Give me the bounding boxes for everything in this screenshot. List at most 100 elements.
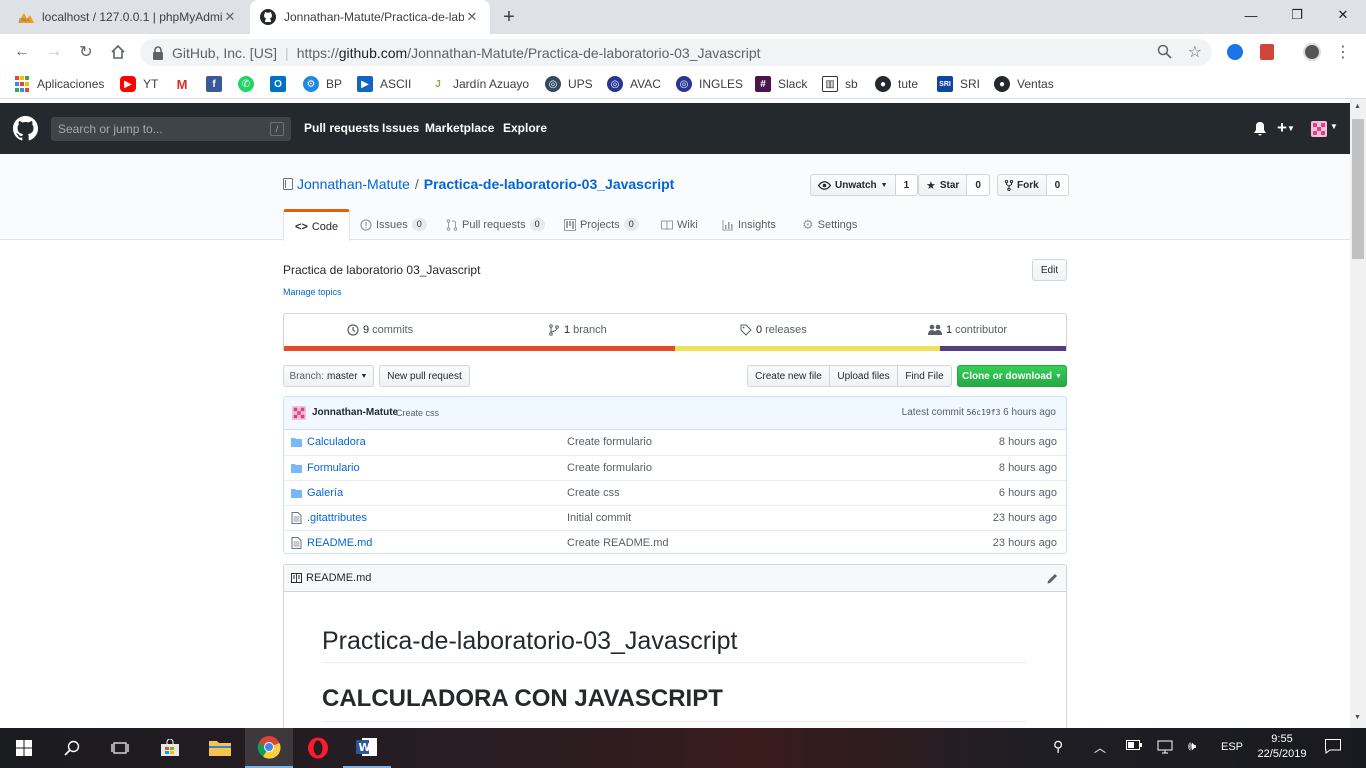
task-view-button[interactable] — [96, 728, 144, 768]
system-clock[interactable]: 9:55 22/5/2019 — [1252, 732, 1312, 762]
bookmark-ups[interactable]: ◎ UPS — [545, 75, 593, 93]
contributors-link[interactable]: 1 contributor — [928, 324, 1007, 336]
nav-marketplace[interactable]: Marketplace — [425, 121, 494, 135]
clone-or-download-button[interactable]: Clone or download ▼ — [957, 365, 1067, 387]
table-row[interactable]: .gitattributes Initial commit 23 hours a… — [284, 505, 1066, 530]
bookmark-avac[interactable]: ◎ AVAC — [607, 75, 661, 93]
close-icon[interactable]: ✕ — [222, 9, 238, 25]
releases-link[interactable]: 0 releases — [740, 324, 807, 336]
manage-topics-link[interactable]: Manage topics — [283, 287, 342, 297]
address-bar[interactable]: GitHub, Inc. [US] | https://github.com/J… — [140, 39, 1212, 66]
fork-count[interactable]: 0 — [1046, 174, 1070, 196]
table-row[interactable]: Calculadora Create formulario 8 hours ag… — [284, 430, 1066, 455]
menu-icon[interactable]: ⋮ — [1334, 43, 1352, 61]
windows-start-button[interactable] — [0, 728, 48, 768]
search-input[interactable]: Search or jump to... / — [51, 117, 291, 141]
taskbar-file-explorer[interactable] — [196, 728, 244, 768]
nav-explore[interactable]: Explore — [503, 121, 547, 135]
close-icon[interactable]: ✕ — [464, 9, 480, 25]
bookmark-slack[interactable]: # Slack — [755, 75, 807, 93]
bookmark-youtube[interactable]: ▶ YT — [120, 75, 158, 93]
nav-issues[interactable]: Issues — [382, 121, 419, 135]
bookmark-tute[interactable]: ● tute — [875, 75, 918, 93]
fork-button[interactable]: Fork — [997, 174, 1047, 196]
commit-sha[interactable]: 56c19f3 — [967, 408, 1001, 417]
watch-count[interactable]: 1 — [895, 174, 919, 196]
pdf-extension-icon[interactable] — [1258, 43, 1276, 61]
create-new-icon[interactable]: +▼ — [1277, 118, 1295, 138]
browser-tab-github[interactable]: Jonnathan-Matute/Practica-de-laboratorio… — [250, 0, 490, 34]
commit-author[interactable]: Jonnathan-Matute — [312, 407, 398, 418]
taskbar-search-button[interactable] — [48, 728, 96, 768]
github-logo-icon[interactable] — [13, 116, 38, 144]
unwatch-button[interactable]: Unwatch ▼ — [810, 174, 896, 196]
bookmark-ascii[interactable]: ▶ ASCII — [357, 75, 411, 93]
bookmark-bp[interactable]: ⚙ BP — [303, 75, 342, 93]
star-button[interactable]: ★ Star — [918, 174, 968, 196]
commit-message[interactable]: Create css — [396, 408, 439, 418]
page-scrollbar[interactable]: ▲ ▼ — [1350, 99, 1366, 728]
bookmark-outlook[interactable]: O — [270, 75, 293, 93]
bookmark-sri[interactable]: SRI SRI — [937, 75, 980, 93]
repo-name-link[interactable]: Practica-de-laboratorio-03_Javascript — [424, 176, 675, 192]
bookmark-star-icon[interactable]: ☆ — [1188, 42, 1202, 62]
taskbar-word[interactable]: W — [343, 728, 391, 768]
find-file-button[interactable]: Find File — [897, 365, 952, 387]
scrollbar-thumb[interactable] — [1352, 119, 1364, 259]
tab-settings[interactable]: ⚙ Settings — [791, 209, 868, 240]
chevron-down-icon[interactable]: ▼ — [1330, 122, 1338, 131]
home-button[interactable] — [108, 42, 128, 62]
window-close-button[interactable]: ✕ — [1320, 0, 1366, 30]
avatar[interactable] — [292, 406, 306, 420]
file-commit-message[interactable]: Create css — [567, 487, 620, 499]
restore-button[interactable]: ❐ — [1274, 0, 1320, 30]
new-pull-request-button[interactable]: New pull request — [379, 365, 470, 387]
bookmark-facebook[interactable]: f — [206, 75, 229, 93]
taskbar-chrome[interactable] — [245, 728, 293, 768]
table-row[interactable]: Galería Create css 6 hours ago — [284, 480, 1066, 505]
chevron-up-icon[interactable]: ︿ — [1094, 739, 1106, 756]
file-commit-message[interactable]: Create formulario — [567, 436, 652, 448]
branch-select-button[interactable]: Branch: master ▼ — [283, 365, 374, 387]
user-avatar[interactable] — [1311, 121, 1327, 137]
profile-avatar[interactable] — [1303, 43, 1321, 61]
tab-wiki[interactable]: Wiki — [650, 209, 709, 240]
new-tab-button[interactable]: + — [498, 6, 520, 28]
network-icon[interactable] — [1157, 740, 1175, 757]
tab-insights[interactable]: Insights — [711, 209, 787, 240]
bookmark-sb[interactable]: ▥ sb — [822, 75, 858, 93]
file-name-link[interactable]: .gitattributes — [307, 512, 367, 524]
back-button[interactable]: ← — [12, 42, 32, 62]
file-commit-message[interactable]: Create formulario — [567, 462, 652, 474]
file-commit-message[interactable]: Initial commit — [567, 512, 631, 524]
taskbar-opera[interactable] — [294, 728, 342, 768]
bookmark-gmail[interactable]: M — [174, 75, 197, 93]
bookmark-whatsapp[interactable]: ✆ — [238, 75, 261, 93]
scroll-up-arrow[interactable]: ▲ — [1354, 103, 1361, 110]
battery-icon[interactable] — [1126, 740, 1142, 753]
commits-link[interactable]: 9 commits — [347, 324, 413, 336]
minimize-button[interactable]: — — [1228, 0, 1274, 30]
reload-button[interactable]: ↻ — [76, 42, 96, 62]
create-new-file-button[interactable]: Create new file — [747, 365, 830, 387]
keyboard-language[interactable]: ESP — [1221, 741, 1243, 753]
notifications-icon[interactable] — [1325, 739, 1341, 757]
extension-icon[interactable] — [1226, 43, 1244, 61]
bookmark-jardin-azuayo[interactable]: J Jardín Azuayo — [430, 75, 529, 93]
bell-icon[interactable] — [1254, 122, 1266, 139]
file-commit-message[interactable]: Create README.md — [567, 537, 668, 549]
table-row[interactable]: Formulario Create formulario 8 hours ago — [284, 455, 1066, 480]
browser-tab-phpmyadmin[interactable]: PMA localhost / 127.0.0.1 | phpMyAdmin ✕ — [8, 0, 248, 34]
edit-button[interactable]: Edit — [1032, 259, 1067, 281]
branches-link[interactable]: 1 branch — [548, 324, 607, 336]
bookmark-ingles[interactable]: ◎ INGLES — [676, 75, 743, 93]
tab-issues[interactable]: Issues 0 — [349, 209, 438, 240]
scroll-down-arrow[interactable]: ▼ — [1354, 714, 1361, 721]
nav-pull-requests[interactable]: Pull requests — [304, 121, 379, 135]
file-name-link[interactable]: Galería — [307, 487, 343, 499]
tab-pull-requests[interactable]: Pull requests 0 — [435, 209, 556, 240]
star-count[interactable]: 0 — [967, 174, 990, 196]
taskbar-store[interactable] — [146, 728, 194, 768]
zoom-icon[interactable] — [1157, 44, 1172, 62]
repo-owner-link[interactable]: Jonnathan-Matute — [297, 176, 410, 192]
